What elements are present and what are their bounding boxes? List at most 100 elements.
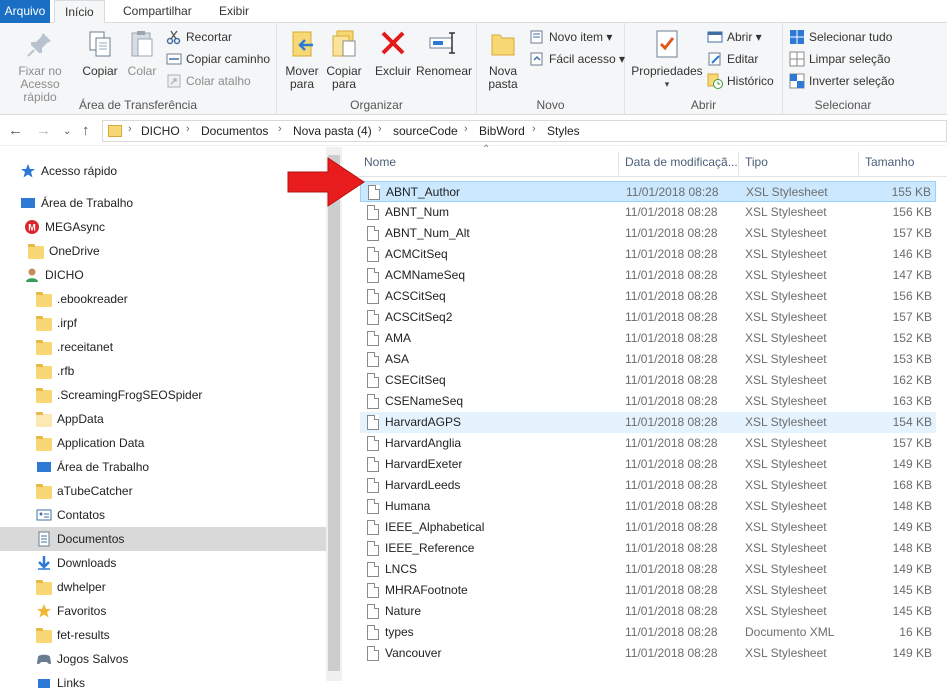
file-row[interactable]: types 11/01/2018 08:28 Documento XML 16 KB (360, 622, 936, 643)
delete-button[interactable]: Excluir (373, 27, 413, 78)
column-date[interactable]: Data de modificaçã... (625, 155, 738, 169)
sidebar-item[interactable]: .ebookreader (0, 287, 326, 311)
file-row[interactable]: ABNT_Num_Alt 11/01/2018 08:28 XSL Styleshe… (360, 223, 936, 244)
tab-home[interactable]: Início (54, 0, 105, 24)
chevron-right-icon[interactable]: › (186, 123, 190, 135)
sidebar-item[interactable]: fet-results (0, 623, 326, 647)
easy-access-button[interactable]: Fácil acesso ▾ (529, 49, 625, 69)
sidebar-item[interactable]: Acesso rápido (0, 159, 326, 183)
column-type[interactable]: Tipo (745, 155, 768, 169)
sidebar-item[interactable]: Área de Trabalho (0, 455, 326, 479)
rename-button[interactable]: Renomear (415, 27, 473, 78)
select-all-button[interactable]: Selecionar tudo (789, 27, 892, 47)
xsl-file-icon (367, 604, 379, 619)
pin-quick-access-button[interactable]: Fixar no Acesso rápido (2, 27, 78, 104)
tab-view[interactable]: Exibir (209, 0, 259, 23)
sidebar-item[interactable]: DICHO (0, 263, 326, 287)
file-row[interactable]: ACMCitSeq 11/01/2018 08:28 XSL Stylesheet 1… (360, 244, 936, 265)
file-row[interactable]: HarvardLeeds 11/01/2018 08:28 XSL Styleshe… (360, 475, 936, 496)
file-row[interactable]: MHRAFootnote 11/01/2018 08:28 XSL Styleshe… (360, 580, 936, 601)
invert-selection-button[interactable]: Inverter seleção (789, 71, 894, 91)
history-button[interactable]: Histórico (707, 71, 774, 91)
file-row[interactable]: ABNT_Author 11/01/2018 08:28 XSL Styleshee… (360, 181, 936, 202)
sidebar-item[interactable]: AppData (0, 407, 326, 431)
sidebar-item[interactable]: .ScreamingFrogSEOSpider (0, 383, 326, 407)
file-row[interactable]: ACMNameSeq 11/01/2018 08:28 XSL Stylesheet… (360, 265, 936, 286)
sidebar-scrollbar[interactable] (326, 147, 342, 681)
file-row[interactable]: Humana 11/01/2018 08:28 XSL Stylesheet 148 … (360, 496, 936, 517)
cut-button[interactable]: Recortar (166, 27, 232, 47)
chevron-right-icon[interactable]: › (128, 123, 132, 135)
file-row[interactable]: ASA 11/01/2018 08:28 XSL Stylesheet 153 KB (360, 349, 936, 370)
edit-button[interactable]: Editar (707, 49, 758, 69)
new-item-button[interactable]: Novo item ▾ (529, 27, 612, 47)
file-row[interactable]: HarvardAGPS 11/01/2018 08:28 XSL Styleshee… (360, 412, 936, 433)
move-to-button[interactable]: Mover para (281, 27, 323, 91)
sidebar-item[interactable]: .irpf (0, 311, 326, 335)
tab-share[interactable]: Compartilhar (113, 0, 202, 23)
open-button[interactable]: Abrir ▾ (707, 27, 762, 47)
file-row[interactable]: Vancouver 11/01/2018 08:28 XSL Stylesheet 1… (360, 643, 936, 664)
copy-button[interactable]: Copiar (80, 27, 120, 78)
sidebar-item[interactable]: Jogos Salvos (0, 647, 326, 671)
breadcrumb[interactable]: › DICHO › Documentos › Nova pasta (4) › … (102, 120, 947, 142)
file-row[interactable]: CSENameSeq 11/01/2018 08:28 XSL Stylesheet… (360, 391, 936, 412)
file-row[interactable]: ABNT_Num 11/01/2018 08:28 XSL Stylesheet 15… (360, 202, 936, 223)
sidebar-item[interactable]: Application Data (0, 431, 326, 455)
chevron-right-icon[interactable]: › (464, 123, 468, 135)
folder-icon (36, 436, 52, 451)
file-row[interactable]: ACSCitSeq 11/01/2018 08:28 XSL Stylesheet 1… (360, 286, 936, 307)
copy-path-button[interactable]: Copiar caminho (166, 49, 270, 69)
sidebar-item[interactable]: dwhelper (0, 575, 326, 599)
file-row[interactable]: CSECitSeq 11/01/2018 08:28 XSL Stylesheet 1… (360, 370, 936, 391)
file-type: XSL Stylesheet (745, 226, 827, 240)
file-type: XSL Stylesheet (745, 205, 827, 219)
file-row[interactable]: ACSCitSeq2 11/01/2018 08:28 XSL Stylesheet… (360, 307, 936, 328)
breadcrumb-item[interactable]: Nova pasta (4) (293, 124, 372, 138)
new-folder-button[interactable]: Nova pasta (481, 27, 525, 91)
file-row[interactable]: LNCS 11/01/2018 08:28 XSL Stylesheet 149 KB (360, 559, 936, 580)
sidebar-item[interactable]: M MEGAsync (0, 215, 326, 239)
file-row[interactable]: IEEE_Reference 11/01/2018 08:28 XSL Styles… (360, 538, 936, 559)
select-none-button[interactable]: Limpar seleção (789, 49, 890, 69)
chevron-right-icon[interactable]: › (532, 123, 536, 135)
breadcrumb-item[interactable]: DICHO (141, 124, 180, 138)
sidebar-item[interactable]: Contatos (0, 503, 326, 527)
column-name[interactable]: Nome (364, 155, 396, 169)
breadcrumb-item[interactable]: Styles (547, 124, 580, 138)
column-size[interactable]: Tamanho (865, 155, 914, 169)
file-row[interactable]: HarvardAnglia 11/01/2018 08:28 XSL Stylesh… (360, 433, 936, 454)
sidebar-item[interactable]: OneDrive (0, 239, 326, 263)
chevron-right-icon[interactable]: › (378, 123, 382, 135)
properties-button[interactable]: Propriedades ▾ (629, 27, 705, 91)
file-row[interactable]: IEEE_Alphabetical 11/01/2018 08:28 XSL Sty… (360, 517, 936, 538)
breadcrumb-item[interactable]: BibWord (479, 124, 525, 138)
select-none-icon (789, 51, 805, 67)
file-size: 147 KB (892, 268, 932, 282)
up-arrow-icon[interactable]: ↑ (82, 122, 90, 139)
forward-arrow-icon[interactable]: → (36, 122, 51, 139)
file-row[interactable]: AMA 11/01/2018 08:28 XSL Stylesheet 152 KB (360, 328, 936, 349)
sidebar-item[interactable]: Favoritos (0, 599, 326, 623)
sidebar-item[interactable]: .rfb (0, 359, 326, 383)
chevron-right-icon[interactable]: › (278, 123, 282, 135)
breadcrumb-item[interactable]: Documentos (201, 124, 268, 138)
scrollbar-thumb[interactable] (328, 155, 340, 671)
breadcrumb-item[interactable]: sourceCode (393, 124, 458, 138)
file-row[interactable]: Nature 11/01/2018 08:28 XSL Stylesheet 145 … (360, 601, 936, 622)
tab-file[interactable]: Arquivo (0, 0, 50, 23)
sidebar-item[interactable]: Documentos (0, 527, 326, 551)
sidebar-item[interactable]: aTubeCatcher (0, 479, 326, 503)
sidebar-item[interactable]: Área de Trabalho (0, 191, 326, 215)
file-type: XSL Stylesheet (746, 185, 828, 199)
recent-chevron-icon[interactable]: ⌄ (63, 126, 71, 137)
sidebar-item[interactable]: Downloads (0, 551, 326, 575)
file-row[interactable]: HarvardExeter 11/01/2018 08:28 XSL Stylesh… (360, 454, 936, 475)
paste-shortcut-button[interactable]: Colar atalho (166, 71, 251, 91)
back-arrow-icon[interactable]: ← (8, 122, 23, 139)
paste-button[interactable]: Colar (122, 27, 162, 78)
sidebar-item[interactable]: Links (0, 671, 326, 695)
copy-to-button[interactable]: Copiar para (323, 27, 365, 91)
file-date: 11/01/2018 08:28 (625, 373, 718, 387)
sidebar-item[interactable]: .receitanet (0, 335, 326, 359)
